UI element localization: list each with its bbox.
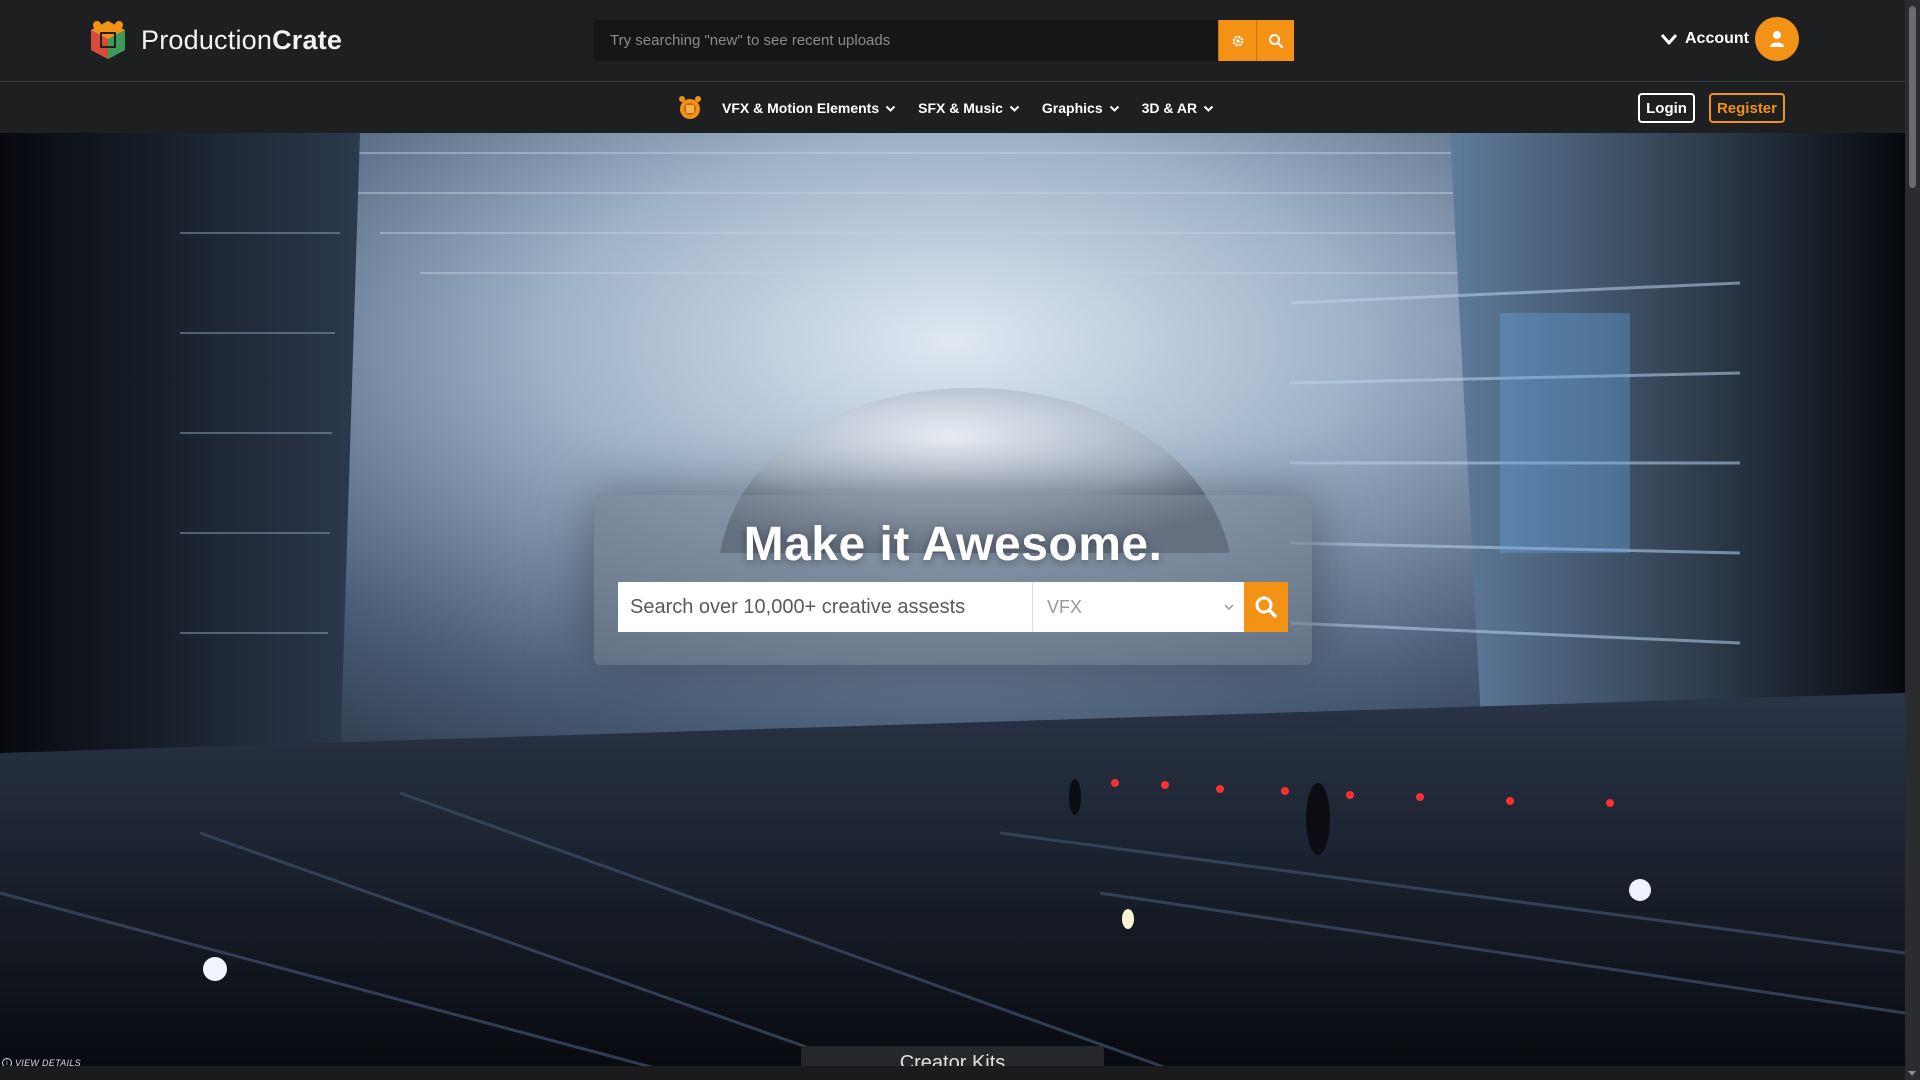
header-search-input[interactable] [594, 20, 1218, 61]
chevron-down-icon [1224, 604, 1234, 611]
nav-item-3d-ar[interactable]: 3D & AR [1142, 100, 1215, 116]
user-icon [1770, 31, 1784, 47]
chevron-down-icon [1109, 105, 1119, 112]
search-icon [1255, 596, 1277, 618]
hero-search-input[interactable] [618, 582, 1032, 632]
nav-menu: VFX & Motion Elements SFX & Music Graphi… [676, 83, 1236, 133]
chevron-down-icon [885, 105, 896, 112]
nav-item-label: VFX & Motion Elements [722, 100, 880, 116]
nav-item-label: SFX & Music [918, 100, 1003, 116]
nav-item-vfx[interactable]: VFX & Motion Elements [722, 100, 896, 116]
nav-item-sfx[interactable]: SFX & Music [918, 100, 1020, 116]
account-menu[interactable]: Account [1659, 17, 1799, 61]
header-search [594, 20, 1294, 61]
search-icon [1268, 33, 1283, 48]
register-button[interactable]: Register [1708, 93, 1785, 123]
login-button[interactable]: Login [1638, 93, 1695, 123]
hero-title: Make it Awesome. [743, 518, 1163, 571]
category-select[interactable]: VFX [1032, 582, 1244, 632]
page-scrollbar[interactable] [1905, 0, 1920, 1080]
nav-item-label: Graphics [1041, 100, 1103, 116]
hero-search-panel: Make it Awesome. VFX [594, 495, 1312, 665]
top-bar: ProductionCrate Account [0, 0, 1905, 82]
category-select-value: VFX [1047, 596, 1083, 617]
brand-name: ProductionCrate [141, 24, 343, 55]
account-label: Account [1685, 30, 1749, 47]
main-nav: VFX & Motion Elements SFX & Music Graphi… [0, 83, 1905, 133]
productioncrate-logo-icon [91, 21, 125, 59]
avatar[interactable] [1755, 17, 1799, 61]
nav-item-graphics[interactable]: Graphics [1042, 100, 1120, 116]
hero-search-button[interactable] [1244, 582, 1288, 632]
chevron-down-icon [1660, 34, 1678, 45]
hero-search-bar: VFX [618, 582, 1288, 632]
scroll-down-arrow[interactable] [1908, 1071, 1916, 1076]
search-settings-button[interactable] [1218, 20, 1256, 61]
brand-logo[interactable]: ProductionCrate [85, 17, 342, 63]
productioncrate-logo-icon[interactable] [676, 94, 704, 122]
chevron-down-icon [1009, 105, 1020, 112]
nav-item-label: 3D & AR [1141, 100, 1198, 116]
scrollbar-thumb[interactable] [1909, 6, 1916, 188]
gear-icon [1232, 35, 1243, 46]
page-bottom-strip [0, 1066, 1905, 1080]
chevron-down-icon [1203, 105, 1214, 112]
header-search-button[interactable] [1256, 20, 1294, 61]
auth-buttons: Login Register [1638, 93, 1785, 123]
hero-section: Make it Awesome. VFX i VIEW DETAILS Crea… [0, 133, 1905, 1080]
